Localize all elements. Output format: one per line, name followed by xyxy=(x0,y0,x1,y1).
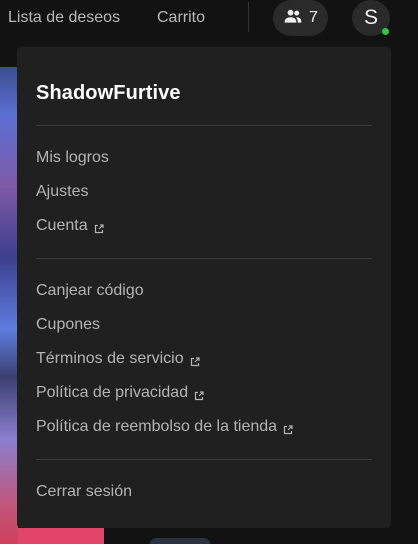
menu-item-achievements[interactable]: Mis logros xyxy=(36,149,109,167)
top-bar: Lista de deseos Carrito 7 S xyxy=(0,0,418,38)
external-link-icon xyxy=(94,221,104,234)
external-link-icon xyxy=(190,354,200,367)
menu-item-account[interactable]: Cuenta xyxy=(36,217,104,235)
background-art-strip xyxy=(18,528,104,544)
menu-item-coupons[interactable]: Cupones xyxy=(36,316,100,334)
friends-count: 7 xyxy=(309,9,318,26)
menu-item-label: Mis logros xyxy=(36,149,109,166)
menu-item-label: Cupones xyxy=(36,316,101,333)
menu-item-label: Canjear código xyxy=(36,282,144,299)
cart-link[interactable]: Carrito xyxy=(157,9,205,27)
menu-item-label: Cuenta xyxy=(36,217,88,234)
username-label: ShadowFurtive xyxy=(36,82,181,104)
menu-item-redeem-code[interactable]: Canjear código xyxy=(36,282,144,300)
online-status-indicator xyxy=(382,28,389,35)
menu-divider xyxy=(36,125,372,126)
menu-item-label: Política de reembolso de la tienda xyxy=(36,418,278,435)
menu-divider xyxy=(36,258,372,259)
menu-divider xyxy=(36,459,372,460)
avatar-initial: S xyxy=(363,6,378,29)
friends-button[interactable]: 7 xyxy=(273,0,328,36)
wishlist-link[interactable]: Lista de deseos xyxy=(8,9,120,27)
friends-icon xyxy=(283,6,303,31)
menu-item-refund-policy[interactable]: Política de reembolso de la tienda xyxy=(36,418,293,436)
topbar-divider xyxy=(248,2,249,32)
external-link-icon xyxy=(283,422,293,435)
menu-item-label: Ajustes xyxy=(36,183,89,200)
account-dropdown-menu: ShadowFurtive Mis logros Ajustes Cuenta … xyxy=(17,47,391,528)
external-link-icon xyxy=(194,388,204,401)
menu-item-label: Cerrar sesión xyxy=(36,483,133,500)
menu-item-terms-of-service[interactable]: Términos de servicio xyxy=(36,350,200,368)
background-thumbnail xyxy=(150,538,210,544)
menu-item-label: Términos de servicio xyxy=(36,350,184,367)
menu-item-privacy-policy[interactable]: Política de privacidad xyxy=(36,384,204,402)
menu-item-settings[interactable]: Ajustes xyxy=(36,183,88,201)
sign-out-button[interactable]: Cerrar sesión xyxy=(36,483,132,501)
background-art xyxy=(0,67,18,544)
menu-item-label: Política de privacidad xyxy=(36,384,189,401)
